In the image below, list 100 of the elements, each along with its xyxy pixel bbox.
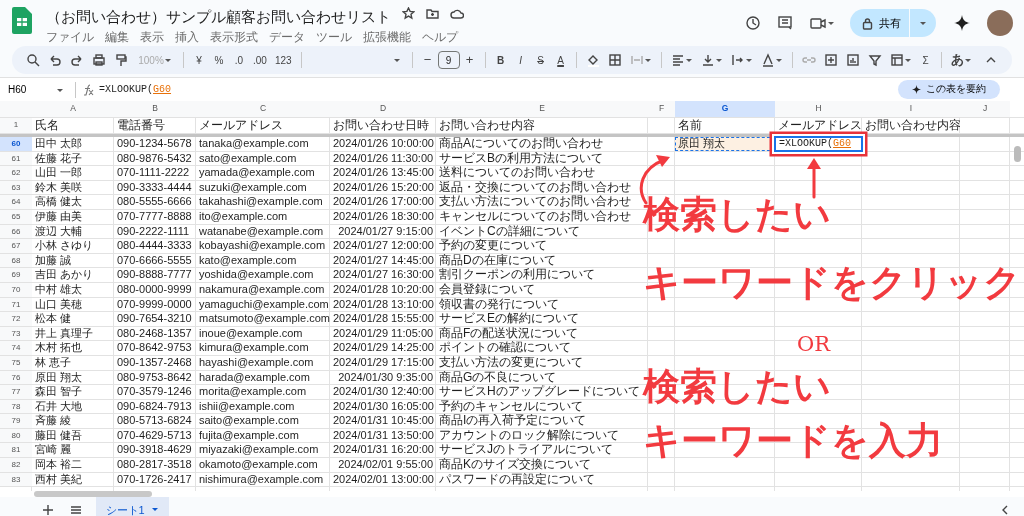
table-cell-text: 090-1234-5678 xyxy=(116,137,193,151)
sparkle-icon xyxy=(912,85,921,94)
italic-button[interactable]: I xyxy=(510,49,531,71)
text-color-button[interactable]: A xyxy=(550,49,571,71)
annotation-text: キーワードを入力 xyxy=(643,419,943,463)
row-number[interactable]: 1 xyxy=(0,118,32,133)
table-cell-text: kato@example.com xyxy=(198,253,298,268)
row-number[interactable]: 69 xyxy=(0,268,32,282)
table-cell-text: tanaka@example.com xyxy=(198,137,310,151)
table-cell-text: 割引クーポンの利用について xyxy=(438,268,596,282)
column-header[interactable]: I xyxy=(862,101,960,117)
table-cell-text: 2024/01/27 14:45:00 xyxy=(332,253,435,268)
column-header[interactable]: G xyxy=(675,101,775,117)
scrollbar-thumb[interactable] xyxy=(1014,146,1021,162)
row-number[interactable]: 60 xyxy=(0,137,32,151)
borders-icon xyxy=(607,53,622,67)
table-cell-text: 吉田 あかり xyxy=(34,268,95,282)
menu-item[interactable]: 編集 xyxy=(105,28,129,46)
table-cell-text: 中村 雄太 xyxy=(34,282,84,297)
column-header[interactable]: A xyxy=(32,101,114,117)
column-header[interactable]: J xyxy=(960,101,1010,117)
column-header[interactable]: E xyxy=(436,101,648,117)
column-header[interactable]: F xyxy=(648,101,675,117)
row-number[interactable]: 81 xyxy=(0,443,32,458)
text-wrap-icon xyxy=(730,53,745,67)
table-cell-text: 080-9753-8642 xyxy=(116,370,193,385)
merge-cells-icon xyxy=(629,53,644,67)
table-cell-text: 加藤 誠 xyxy=(34,253,73,268)
table-cell-text: saito@example.com xyxy=(198,414,300,428)
row-number[interactable]: 74 xyxy=(0,341,32,355)
table-cell-text: 090-3918-4629 xyxy=(116,443,193,458)
column-header[interactable]: C xyxy=(196,101,330,117)
decrease-decimals-button[interactable]: .0 xyxy=(229,49,249,71)
font-size-field[interactable]: 9 xyxy=(437,51,460,69)
vertical-align-icon xyxy=(700,53,715,67)
scrollbar-thumb[interactable] xyxy=(34,491,152,497)
table-cell-text: 2024/01/26 10:00:00 xyxy=(332,137,435,151)
row-number[interactable]: 64 xyxy=(0,195,32,209)
table-cell-text: 2024/01/26 17:00:00 xyxy=(332,195,435,209)
menu-item[interactable]: ファイル xyxy=(46,28,94,46)
user-avatar[interactable] xyxy=(987,10,1013,36)
table-cell-text: 支払い方法の変更について xyxy=(438,355,584,370)
column-header[interactable]: D xyxy=(330,101,436,117)
name-box[interactable]: H60 xyxy=(0,79,70,100)
history-icon[interactable] xyxy=(744,15,761,31)
menu-item[interactable]: データ xyxy=(269,28,305,46)
table-cell-text: nishimura@example.com xyxy=(198,472,325,487)
search-icon xyxy=(26,53,40,67)
row-number[interactable]: 82 xyxy=(0,458,32,472)
column-header[interactable]: B xyxy=(114,101,196,117)
row-number[interactable]: 62 xyxy=(0,166,32,180)
decrease-font-size-button[interactable]: − xyxy=(417,49,438,71)
menu-item[interactable]: 拡張機能 xyxy=(363,28,411,46)
percent-button[interactable]: % xyxy=(209,49,229,71)
video-camera-icon[interactable] xyxy=(809,16,834,30)
table-cell-text: watanabe@example.com xyxy=(198,224,325,239)
strikethrough-button[interactable]: S xyxy=(530,49,551,71)
table-cell-text: kimura@example.com xyxy=(198,341,310,355)
table-cell-text: 070-1111-2222 xyxy=(116,166,191,180)
folder-icon[interactable] xyxy=(426,6,439,20)
table-cell-text: 2024/01/27 9:15:00 xyxy=(337,224,434,239)
table-cell-text: 支払い方法についてのお問い合わせ xyxy=(438,195,632,209)
table-cell-text: 岡本 裕二 xyxy=(34,458,84,472)
column-header[interactable]: H xyxy=(775,101,862,117)
caret-icon xyxy=(919,20,927,26)
menu-item[interactable]: ヘルプ xyxy=(422,28,458,46)
table-cell-text: 070-3579-1246 xyxy=(116,385,193,399)
summarize-button[interactable]: この表を要約 xyxy=(898,80,1000,99)
menu-item[interactable]: 表示 xyxy=(140,28,164,46)
formula-field[interactable]: =XLOOKUP(G60 xyxy=(99,82,172,97)
bold-button[interactable]: B xyxy=(490,49,511,71)
menu-item[interactable]: 挿入 xyxy=(175,28,199,46)
increase-font-size-button[interactable]: + xyxy=(459,49,480,71)
table-cell-text: 2024/01/26 13:45:00 xyxy=(332,166,435,180)
menu-item[interactable]: ツール xyxy=(316,28,352,46)
table-cell-text: 070-6666-5555 xyxy=(116,253,193,268)
table-cell-text: 予約のキャンセルについて xyxy=(438,399,584,414)
table-cell-text: イベントCの詳細について xyxy=(438,224,581,239)
number-format-button[interactable]: 123 xyxy=(270,49,296,71)
spreadsheet-logo-icon[interactable] xyxy=(12,7,32,34)
functions-button[interactable]: Σ xyxy=(915,49,936,71)
table-cell-text: sato@example.com xyxy=(198,151,298,166)
table-cell-text: 井上 真理子 xyxy=(34,326,95,341)
row-number[interactable]: 72 xyxy=(0,312,32,326)
row-number[interactable]: 77 xyxy=(0,385,32,399)
comment-icon[interactable] xyxy=(777,15,793,31)
table-cell-text: 070-7777-8888 xyxy=(116,209,193,224)
table-cell-text: 2024/01/28 15:55:00 xyxy=(332,312,435,326)
table-cell-text: 2024/01/28 13:10:00 xyxy=(332,297,435,312)
row-number[interactable]: 67 xyxy=(0,239,32,253)
increase-decimals-button[interactable]: .00 xyxy=(249,49,271,71)
star-icon[interactable] xyxy=(402,6,415,20)
input-tools-button[interactable]: あ xyxy=(946,49,976,71)
caret-icon xyxy=(963,57,972,63)
menu-item[interactable]: 表示形式 xyxy=(210,28,258,46)
sheet-tab[interactable]: シート1 xyxy=(95,497,169,516)
currency-button[interactable]: ¥ xyxy=(189,49,209,71)
table-cell-text: 2024/01/30 16:05:00 xyxy=(332,399,435,414)
row-number[interactable]: 79 xyxy=(0,414,32,428)
annotation-text: キーワードをクリック xyxy=(643,261,1021,305)
